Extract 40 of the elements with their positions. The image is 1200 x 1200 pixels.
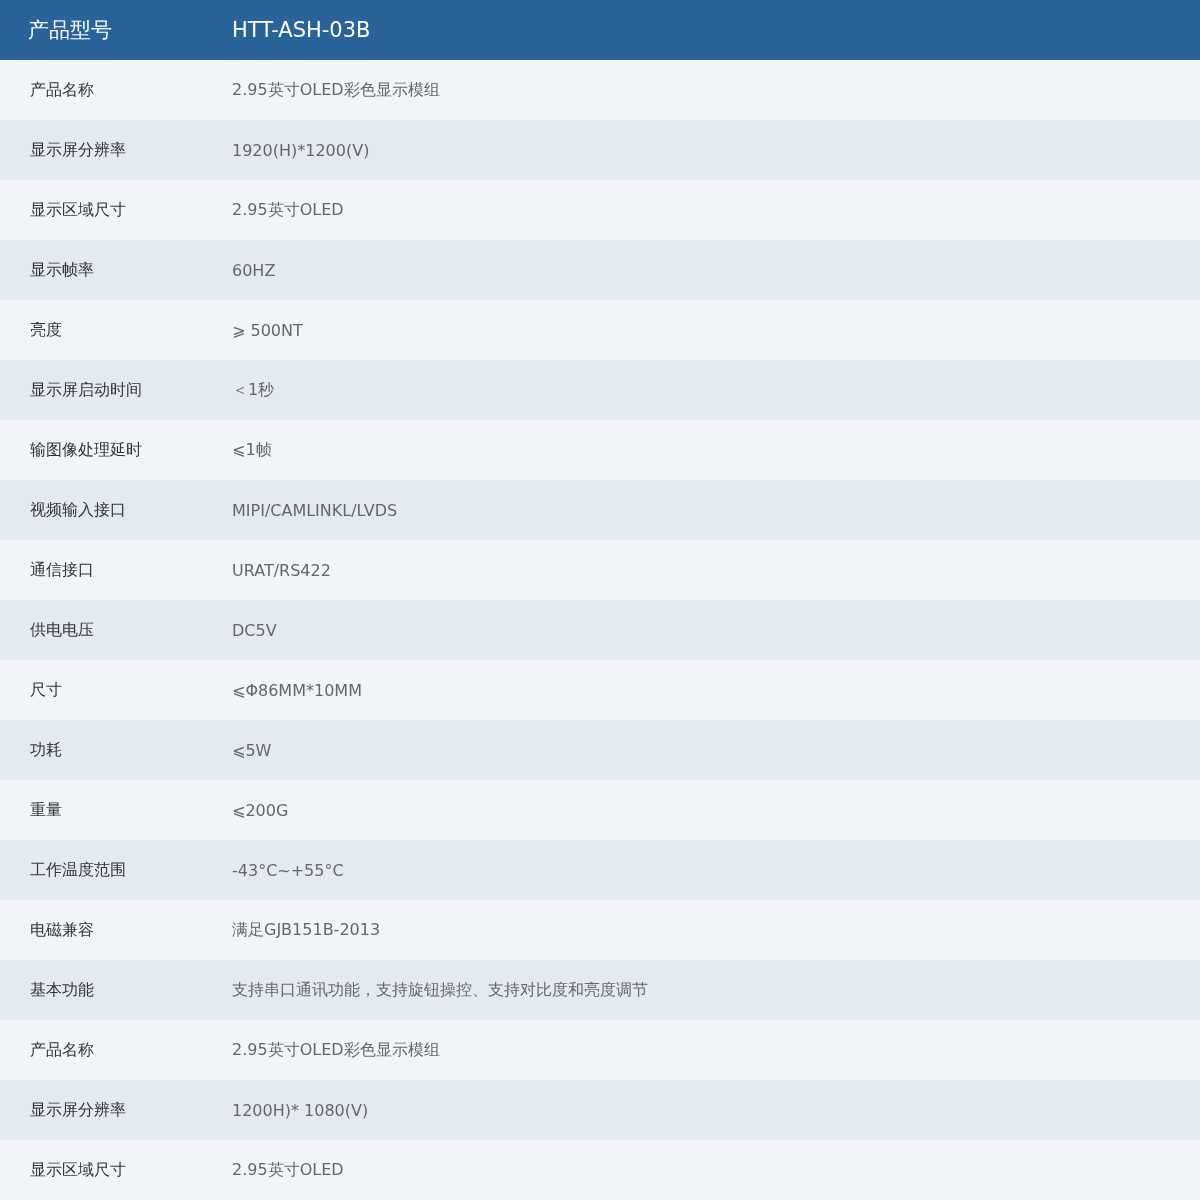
spec-label: 电磁兼容 <box>29 919 95 941</box>
spec-label: 视频输入接口 <box>29 499 127 521</box>
spec-value: ＜1秒 <box>232 379 275 401</box>
spec-label: 显示帧率 <box>29 259 95 281</box>
spec-value: 2.95英寸OLED彩色显示模组 <box>232 79 440 101</box>
spec-label: 尺寸 <box>29 679 63 701</box>
spec-label: 输图像处理延时 <box>29 439 143 461</box>
spec-value: ⩽1帧 <box>232 439 272 461</box>
spec-label: 显示区域尺寸 <box>29 199 127 221</box>
spec-label: 产品名称 <box>29 79 95 101</box>
spec-value: URAT/RS422 <box>232 560 331 580</box>
spec-label: 功耗 <box>29 739 63 761</box>
spec-label: 亮度 <box>29 319 63 341</box>
spec-label: 重量 <box>29 799 63 821</box>
spec-value: 2.95英寸OLED彩色显示模组 <box>232 1039 440 1061</box>
spec-label: 产品名称 <box>29 1039 95 1061</box>
spec-value: DC5V <box>232 620 277 640</box>
spec-value: MIPI/CAMLINKL/LVDS <box>232 500 398 520</box>
spec-label: 工作温度范围 <box>29 859 127 881</box>
spec-value: 2.95英寸OLED <box>232 1159 344 1181</box>
spec-value: 支持串口通讯功能，支持旋钮操控、支持对比度和亮度调节 <box>232 979 648 1001</box>
spec-label: 基本功能 <box>29 979 95 1001</box>
spec-value: 1200H)* 1080(V) <box>232 1100 369 1120</box>
spec-label: 显示屏分辨率 <box>29 1099 127 1121</box>
spec-value: 1920(H)*1200(V) <box>232 140 370 160</box>
spec-label: 显示屏启动时间 <box>29 379 143 401</box>
spec-value: 满足GJB151B-2013 <box>232 919 381 941</box>
spec-value: ⩾ 500NT <box>232 320 303 340</box>
header-label: 产品型号 <box>27 17 113 44</box>
spec-label: 显示区域尺寸 <box>29 1159 127 1181</box>
spec-value: -43°C~+55°C <box>232 860 344 880</box>
spec-label: 显示屏分辨率 <box>29 139 127 161</box>
header-value: HTT-ASH-03B <box>232 18 371 42</box>
spec-value: ⩽200G <box>232 800 289 820</box>
spec-value: 60HZ <box>232 260 276 280</box>
spec-label: 通信接口 <box>29 559 95 581</box>
spec-value: ⩽5W <box>232 740 272 760</box>
spec-value: 2.95英寸OLED <box>232 199 344 221</box>
spec-label: 供电电压 <box>29 619 95 641</box>
spec-value: ⩽Φ86MM*10MM <box>232 680 362 700</box>
